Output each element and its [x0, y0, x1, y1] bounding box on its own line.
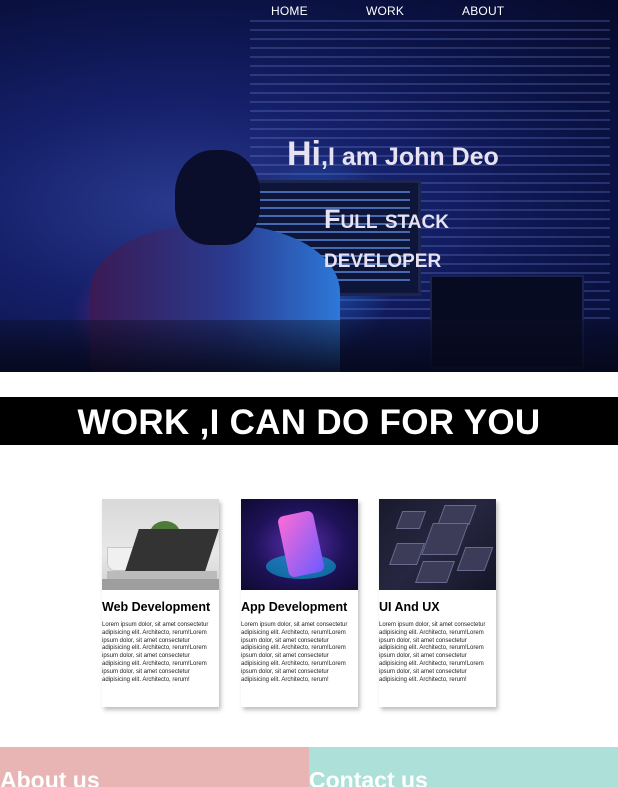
hero-greeting-initial: Hi — [287, 135, 321, 173]
work-banner: WORK ,I CAN DO FOR YOU — [0, 397, 618, 445]
hero-greeting: Hi,I am John Deo — [287, 135, 587, 174]
card-description: Lorem ipsum dolor, sit amet consectetur … — [102, 622, 209, 683]
app-development-image — [241, 499, 358, 590]
card-web-development[interactable]: Web Development Lorem ipsum dolor, sit a… — [102, 499, 219, 707]
contact-section: Contact us — [309, 747, 618, 787]
card-app-development[interactable]: App Development Lorem ipsum dolor, sit a… — [241, 499, 358, 707]
hero-subtitle-line2: developer — [324, 243, 442, 273]
hero-subtitle: Full stack developer — [324, 200, 564, 278]
hero-greeting-text: ,I am John Deo — [321, 143, 499, 171]
work-section-title: WORK ,I CAN DO FOR YOU — [77, 403, 541, 442]
card-description: Lorem ipsum dolor, sit amet consectetur … — [379, 622, 486, 683]
nav-home-link[interactable]: HOME — [271, 4, 308, 18]
ui-ux-image — [379, 499, 496, 590]
card-title: App Development — [241, 600, 348, 614]
hero-developer-head-image — [175, 150, 260, 245]
hero-section: HOME WORK ABOUT Hi,I am John Deo Full st… — [0, 0, 618, 372]
about-title: About us — [0, 767, 100, 787]
hero-desk-shadow — [0, 320, 618, 372]
contact-title: Contact us — [309, 767, 428, 787]
nav-about-link[interactable]: ABOUT — [462, 4, 504, 18]
nav-work-link[interactable]: WORK — [366, 4, 404, 18]
card-description: Lorem ipsum dolor, sit amet consectetur … — [241, 622, 348, 683]
hero-subtitle-line1: Full stack — [324, 204, 449, 234]
card-ui-ux[interactable]: UI And UX Lorem ipsum dolor, sit amet co… — [379, 499, 496, 707]
about-section: About us — [0, 747, 309, 787]
top-navigation: HOME WORK ABOUT — [0, 4, 618, 22]
card-title: UI And UX — [379, 600, 440, 614]
web-development-image — [102, 499, 219, 590]
services-cards: Web Development Lorem ipsum dolor, sit a… — [102, 499, 522, 709]
card-title: Web Development — [102, 600, 211, 614]
